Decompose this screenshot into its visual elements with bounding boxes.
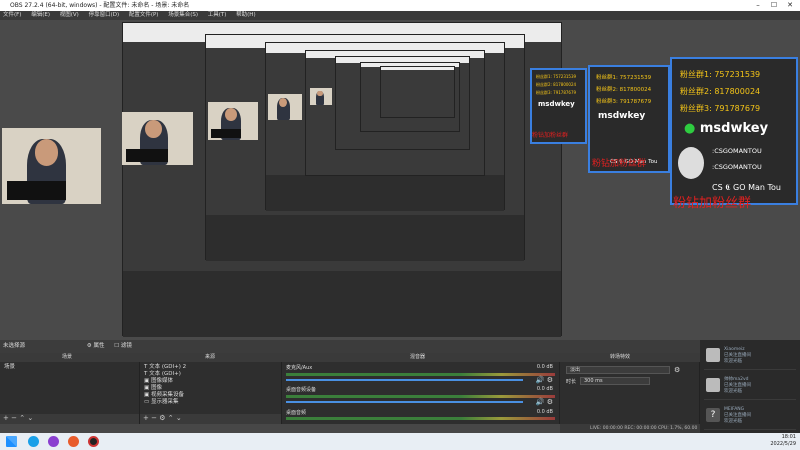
obs-icon[interactable]: [88, 436, 99, 447]
menu-profile[interactable]: 配置文件(P): [129, 12, 159, 18]
no-source-label: 未选择源: [3, 343, 26, 349]
fan-group-3: 粉丝群3: 791787679: [680, 104, 761, 113]
edge-browser-icon[interactable]: [28, 436, 39, 447]
duration-input[interactable]: 300 ms: [580, 377, 650, 385]
add-scene-icon[interactable]: +: [3, 414, 9, 422]
fan-group-card: 粉丝群1: 757231539 粉丝群2: 817800024 粉丝群3: 79…: [670, 57, 798, 205]
mute-icon[interactable]: 🔊 ⚙: [536, 376, 553, 384]
maximize-button[interactable]: ☐: [768, 0, 780, 11]
avatar: [706, 378, 720, 392]
taskbar: 18:01 2022/5/29: [0, 433, 800, 450]
mixer-track-name: 桌面音频设备: [286, 387, 317, 393]
chat-message: ? MEIFANG 已关注直播间 欢迎光临: [704, 404, 796, 430]
chat-panel: Xiaomeiz 已关注直播间 欢迎光临 帅帅ma2vd 已关注直播间 欢迎光临…: [700, 340, 800, 433]
source-item[interactable]: T 文本 (GDI+): [140, 371, 281, 378]
title-bar: OBS 27.2.4 (64-bit, windows) - 配置文件: 未命名…: [0, 0, 800, 11]
scenes-title: 场景: [62, 354, 73, 360]
chat-message: 帅帅ma2vd 已关注直播间 欢迎光临: [704, 374, 796, 400]
windows-start-icon[interactable]: [6, 436, 17, 447]
preview-canvas[interactable]: 粉丝群1: 757231539 粉丝群2: 817800024 粉丝群3: 79…: [0, 20, 800, 340]
menu-bar: 文件(F) 编辑(E) 视图(V) 停靠窗口(D) 配置文件(P) 场景集合(S…: [0, 11, 800, 20]
volume-slider[interactable]: [286, 379, 523, 381]
menu-tools[interactable]: 工具(T): [208, 12, 227, 18]
webcam-capture: [268, 94, 302, 120]
mixer-track-name: 桌面音频: [286, 410, 307, 416]
transitions-dock: 淡出 ⚙ 时长 300 ms: [560, 362, 700, 424]
mixer-level-meter: [286, 395, 555, 398]
remove-source-icon[interactable]: −: [151, 414, 157, 422]
scenes-dock: 场景 + − ⌃ ⌄: [0, 362, 140, 424]
source-settings-icon[interactable]: ⚙: [159, 414, 165, 422]
webcam-capture: [122, 112, 193, 165]
status-bar: LIVE: 00:00:00 REC: 00:00:00 CPU: 1.7%, …: [560, 424, 700, 440]
volume-slider[interactable]: [286, 401, 523, 403]
source-item[interactable]: ▣ 视频采集设备: [140, 392, 281, 399]
menu-file[interactable]: 文件(F): [3, 12, 21, 18]
clock-time: 18:01: [781, 434, 796, 440]
move-up-icon[interactable]: ⌃: [168, 414, 174, 422]
mixer-title: 混音器: [410, 354, 426, 360]
webcam-capture: [208, 102, 258, 140]
obs-window: OBS 27.2.4 (64-bit, windows) - 配置文件: 未命名…: [0, 0, 800, 450]
scenes-footer: + − ⌃ ⌄: [0, 414, 139, 424]
duration-label: 时长: [566, 379, 577, 385]
fan-group-1: 粉丝群1: 757231539: [680, 70, 761, 79]
mixer-track-name: 麦克风/Aux: [286, 365, 313, 371]
avatar: ?: [706, 408, 720, 422]
transition-type-select[interactable]: 淡出: [566, 366, 670, 374]
browser-icon[interactable]: [68, 436, 79, 447]
window-title: OBS 27.2.4 (64-bit, windows) - 配置文件: 未命名…: [10, 2, 190, 9]
dock-titles: 场景 来源 混音器 转场特效: [0, 353, 800, 362]
source-item[interactable]: ▣ 图像媒体: [140, 378, 281, 385]
chat-message: Xiaomeiz 已关注直播间 欢迎光临: [704, 344, 796, 370]
minimize-button[interactable]: –: [752, 0, 764, 11]
remove-scene-icon[interactable]: −: [11, 414, 17, 422]
move-up-icon[interactable]: ⌃: [19, 414, 25, 422]
avatar: [706, 348, 720, 362]
scene-item[interactable]: 场景: [0, 364, 139, 371]
app-icon[interactable]: [48, 436, 59, 447]
kuaishou-id: :CSGOMANTOU: [712, 163, 762, 171]
source-item[interactable]: T 文本 (GDI+) 2: [140, 364, 281, 371]
sources-dock: T 文本 (GDI+) 2 T 文本 (GDI+) ▣ 图像媒体 ▣ 图像 ▣ …: [140, 362, 282, 424]
wechat-id: ● msdwkey: [684, 121, 769, 136]
transition-settings-icon[interactable]: ⚙: [674, 366, 680, 374]
clock-date: 2022/5/29: [770, 441, 796, 447]
menu-scene-collection[interactable]: 场景集合(S): [168, 12, 198, 18]
webcam-capture: [310, 88, 332, 105]
source-item[interactable]: ▣ 图像: [140, 385, 281, 392]
menu-help[interactable]: 帮助(H): [236, 12, 255, 18]
close-button[interactable]: ✕: [784, 0, 796, 11]
source-toolbar: 未选择源 ⚙ 属性 ☐ 滤镜: [0, 340, 800, 353]
mixer-level-meter: [286, 373, 555, 376]
menu-view[interactable]: 视图(V): [60, 12, 79, 18]
streamer-avatar: [678, 147, 704, 179]
mixer-dock: 麦克风/Aux 0.0 dB 🔊 ⚙ 桌面音频设备 0.0 dB 🔊 ⚙ 桌面音…: [282, 362, 560, 424]
fan-group-caption: 粉钻加粉丝群: [673, 196, 752, 211]
move-down-icon[interactable]: ⌄: [176, 414, 182, 422]
filters-button[interactable]: ☐ 滤镜: [114, 343, 132, 349]
menu-edit[interactable]: 编辑(E): [31, 12, 50, 18]
mixer-level-meter: [286, 417, 555, 420]
sources-footer: + − ⚙ ⌃ ⌄: [140, 414, 281, 424]
webcam-capture: [2, 128, 101, 204]
douyin-id: :CSGOMANTOU: [712, 147, 762, 155]
transitions-title: 转场特效: [610, 354, 631, 360]
properties-button[interactable]: ⚙ 属性: [87, 343, 105, 349]
source-item[interactable]: ▭ 显示器采集: [140, 399, 281, 406]
sources-title: 来源: [205, 354, 216, 360]
mute-icon[interactable]: 🔊 ⚙: [536, 398, 553, 406]
system-tray[interactable]: 18:01 2022/5/29: [770, 434, 796, 448]
menu-docks[interactable]: 停靠窗口(D): [89, 12, 120, 18]
add-source-icon[interactable]: +: [143, 414, 149, 422]
fan-group-2: 粉丝群2: 817800024: [680, 87, 761, 96]
move-down-icon[interactable]: ⌄: [27, 414, 33, 422]
nested-capture-frame: [380, 66, 455, 118]
